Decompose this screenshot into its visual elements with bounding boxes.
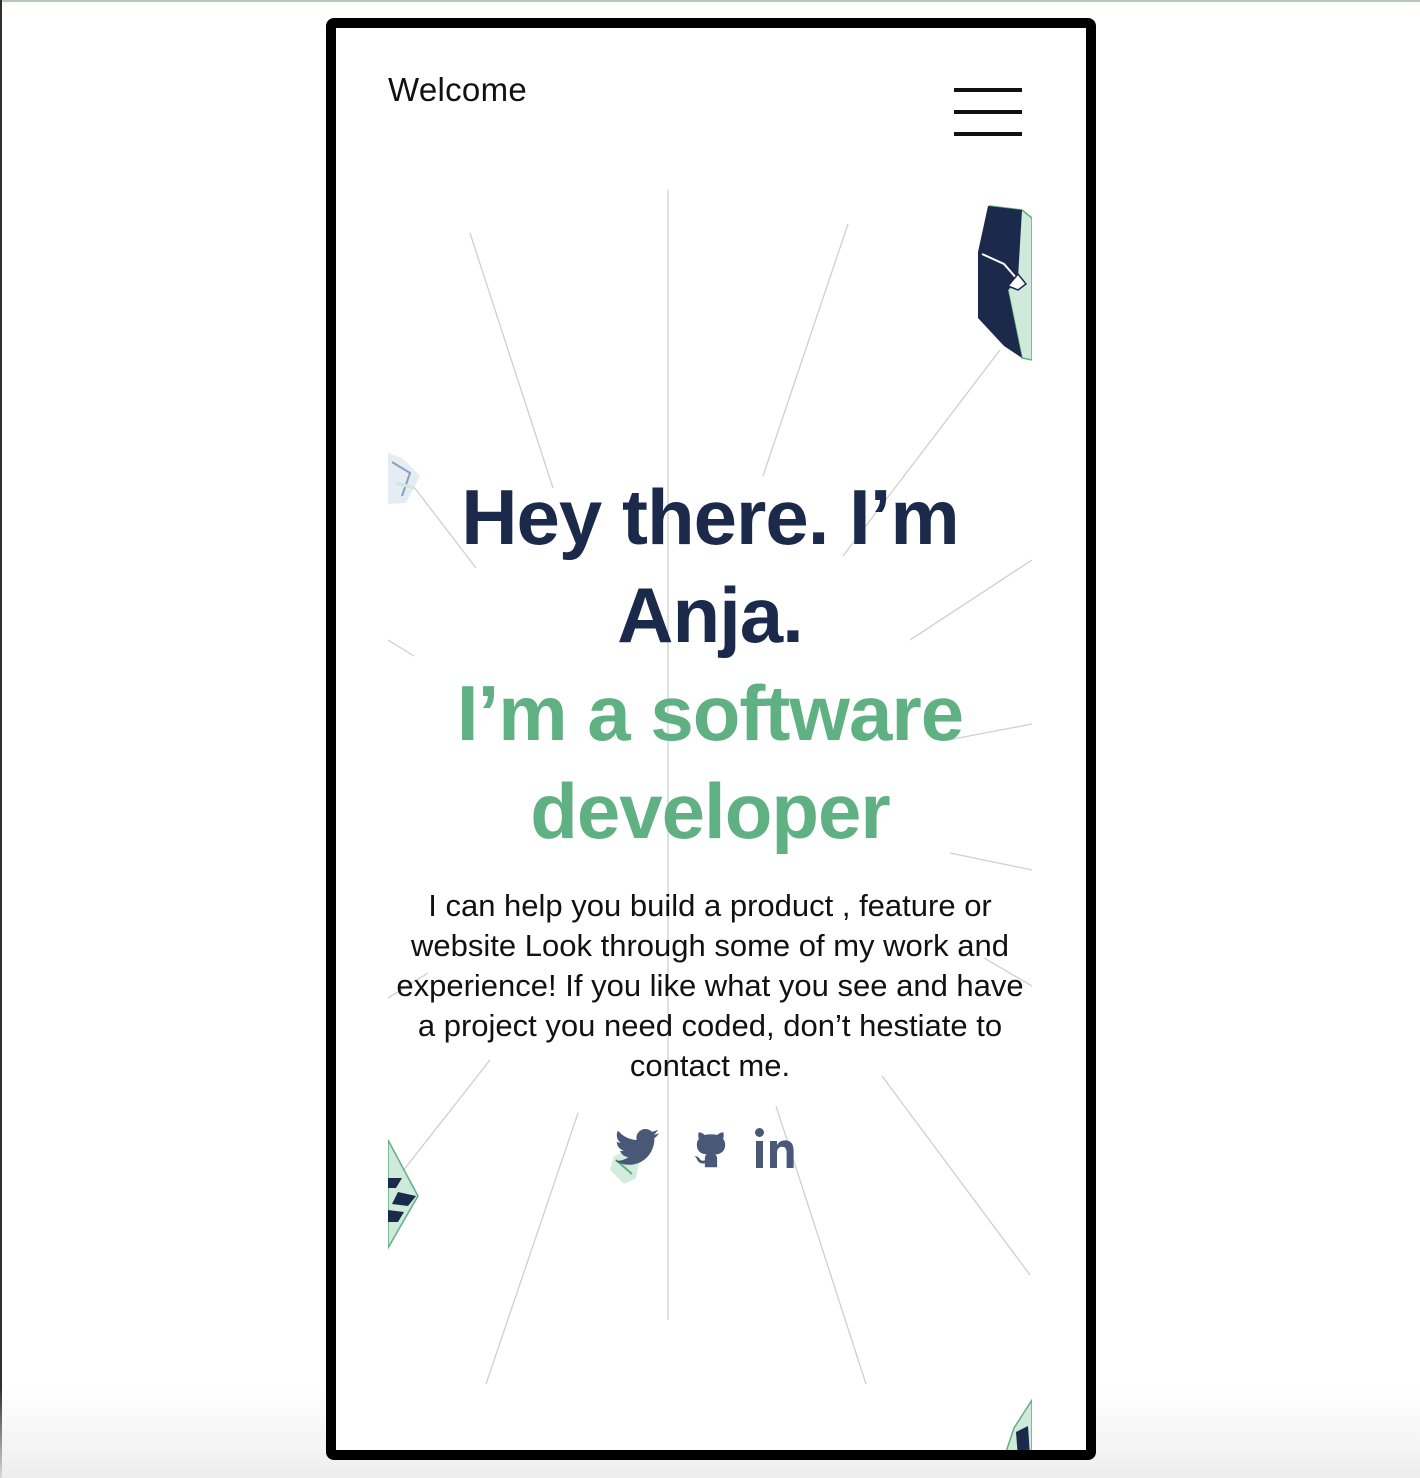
page-left-edge [0,0,2,1478]
twitter-icon[interactable] [610,1124,664,1172]
linkedin-icon-svg [755,1128,794,1168]
top-bar: Welcome [388,70,1032,150]
menu-bar [954,88,1022,92]
github-icon[interactable] [690,1124,732,1172]
role-line-1: I’m a software [456,669,964,757]
github-icon-svg [694,1132,726,1168]
role-line-2: developer [530,767,890,855]
twitter-icon-svg [615,1129,659,1165]
ray-line [485,1112,579,1385]
mobile-frame: Welcome Hey there. I’m Anja. I’m a softw… [326,18,1096,1460]
hero-heading: Hey there. I’m Anja. I’m a software deve… [388,468,1032,860]
bio-paragraph: I can help you build a product , feature… [396,888,1024,1083]
greeting-line-2: Anja. [617,571,804,659]
linkedin-icon[interactable] [750,1124,810,1172]
hamburger-menu-icon[interactable] [954,88,1022,140]
crystal-bottom-right [1005,1398,1032,1450]
ray-line [469,232,554,489]
ray-line [762,223,849,477]
ray-line [881,1075,1031,1276]
menu-bar [954,132,1022,136]
crystal-left-bottom [388,1139,419,1250]
menu-bar [954,110,1022,114]
welcome-title: Welcome [388,71,528,108]
greeting-line-1: Hey there. I’m [461,473,960,561]
social-links [610,1124,810,1176]
crystal-top-right [978,205,1032,361]
page-top-border [0,0,1420,2]
